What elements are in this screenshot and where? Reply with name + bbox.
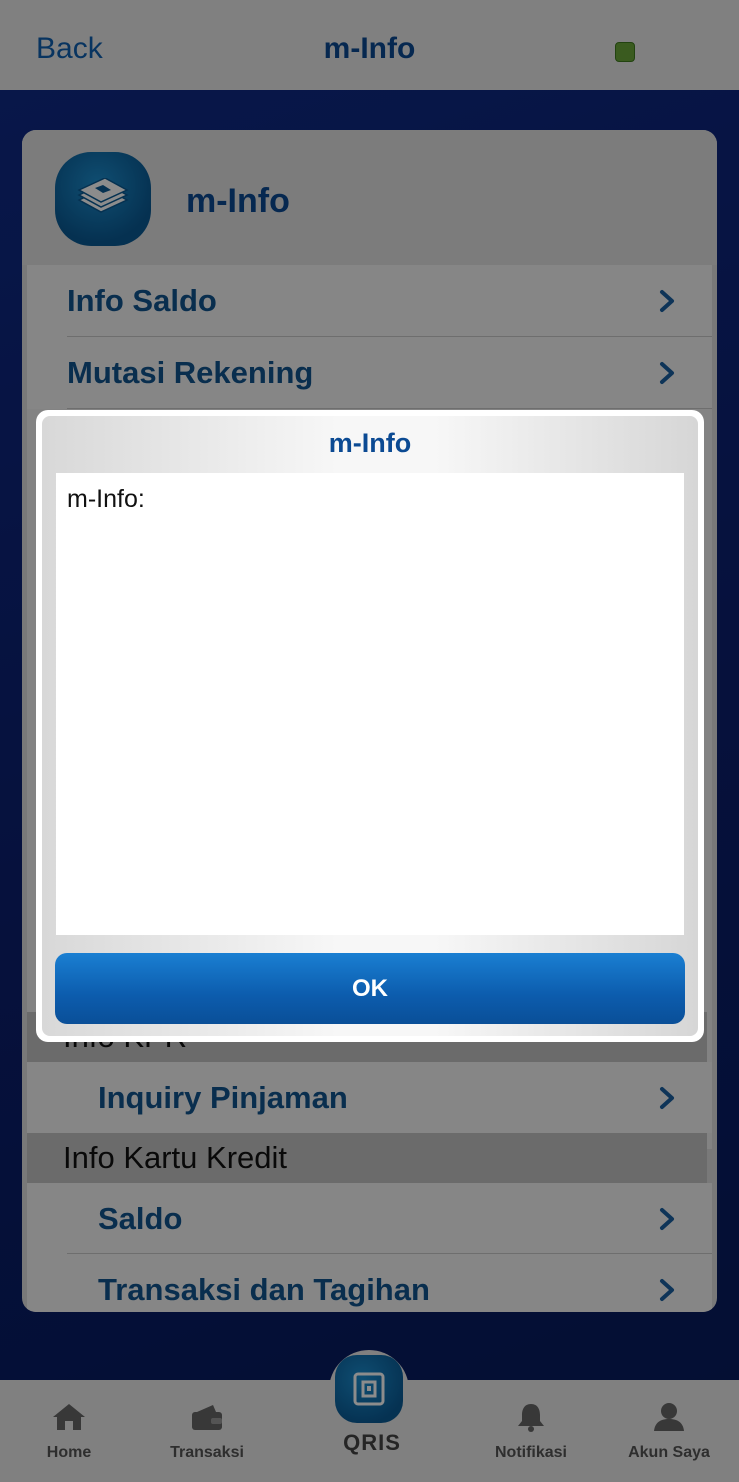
dialog-message: m-Info:: [67, 485, 145, 513]
dialog-panel: m-Info m-Info: OK: [42, 416, 698, 1036]
ok-button-label: OK: [352, 975, 388, 1002]
ok-button[interactable]: OK: [55, 953, 685, 1024]
dialog-title: m-Info: [328, 428, 412, 458]
dialog-message-area: m-Info:: [56, 473, 684, 935]
alert-dialog: m-Info m-Info: OK: [36, 410, 704, 1042]
